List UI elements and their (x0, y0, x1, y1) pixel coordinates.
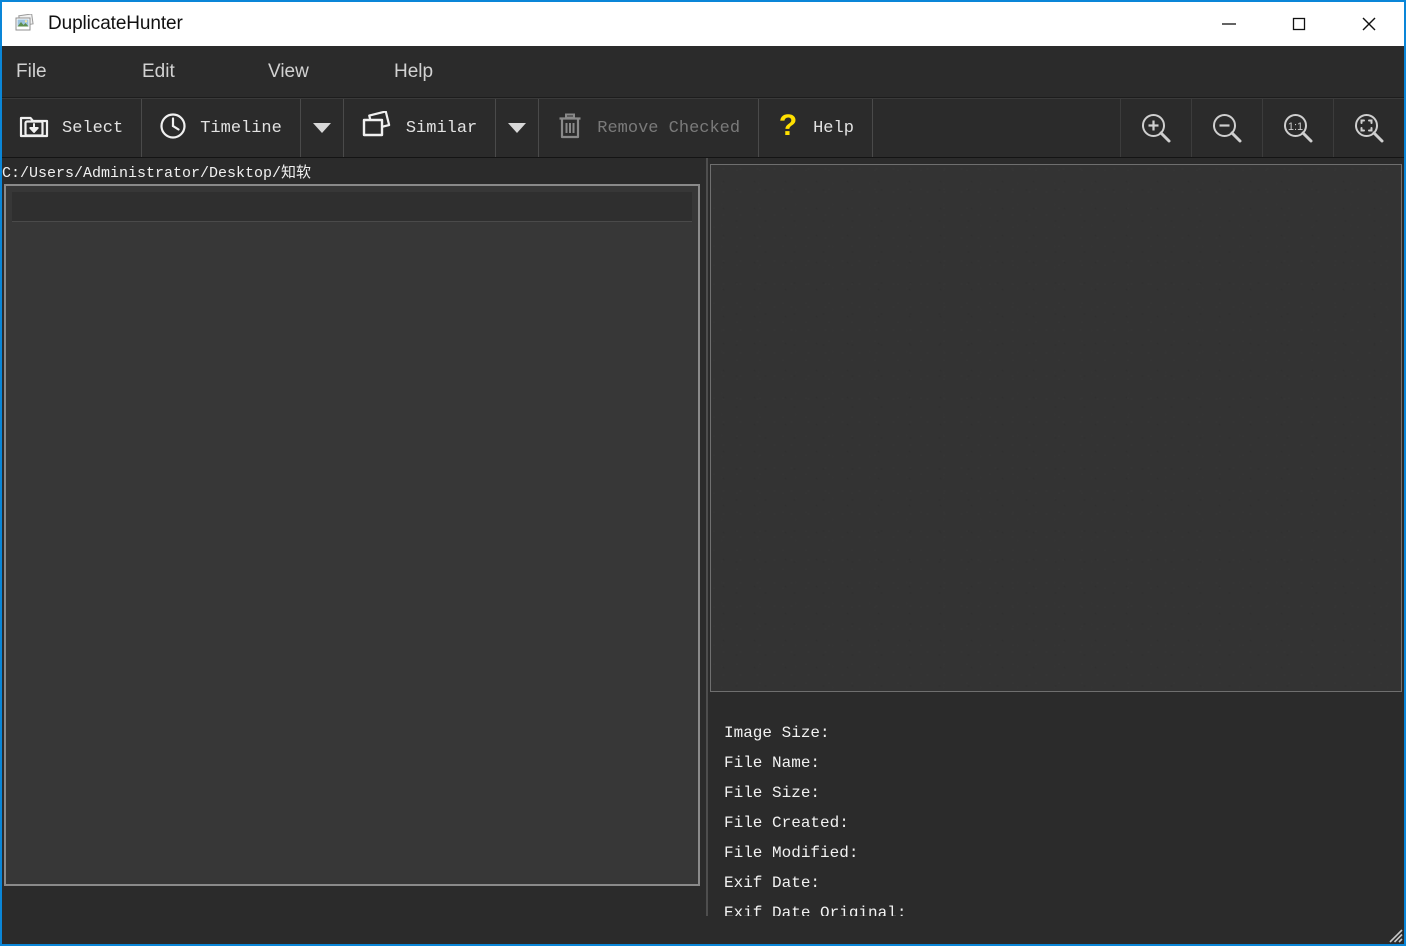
similar-dropdown-button[interactable] (495, 99, 538, 157)
photos-stack-icon (360, 109, 394, 146)
menu-item-file[interactable]: File (16, 46, 142, 98)
toolbar-group-remove: Remove Checked (539, 99, 760, 157)
svg-text:?: ? (779, 110, 797, 142)
remove-checked-button-label: Remove Checked (597, 118, 741, 138)
menu-item-view[interactable]: View (268, 46, 394, 98)
zoom-out-icon[interactable] (1191, 99, 1262, 157)
chevron-down-icon (312, 123, 331, 133)
metadata-row-file-size: File Size: (724, 784, 821, 802)
menu-item-help[interactable]: Help (394, 46, 433, 98)
select-button-label: Select (62, 118, 124, 138)
status-bar (2, 916, 1404, 944)
main-content: C:/Users/Administrator/Desktop/知软 Image … (2, 158, 1404, 922)
minimize-icon[interactable] (1194, 2, 1264, 46)
path-bar: C:/Users/Administrator/Desktop/知软 (2, 158, 706, 184)
timeline-dropdown-button[interactable] (299, 99, 343, 157)
similar-button-label: Similar (405, 118, 478, 138)
right-column: Image Size: File Name: File Size: File C… (706, 158, 1404, 922)
metadata-panel: Image Size: File Name: File Size: File C… (710, 692, 1404, 922)
zoom-fit-icon[interactable] (1333, 99, 1404, 157)
zoom-actual-size-icon[interactable]: 1:1 (1262, 99, 1333, 157)
toolbar-group-timeline: Timeline (142, 99, 344, 157)
timeline-button-label: Timeline (200, 118, 282, 138)
toolbar-group-help: ? Help (759, 99, 873, 157)
remove-checked-button[interactable]: Remove Checked (539, 99, 758, 157)
resize-grip-icon[interactable] (1385, 925, 1403, 943)
zoom-in-icon[interactable] (1120, 99, 1191, 157)
metadata-row-exif-date: Exif Date: (724, 874, 821, 892)
svg-text:1:1: 1:1 (1288, 121, 1303, 133)
trash-icon (555, 111, 585, 146)
folder-download-icon (18, 111, 50, 146)
close-icon[interactable] (1334, 2, 1404, 46)
metadata-row-image-size: Image Size: (724, 724, 830, 742)
question-mark-icon: ? (775, 109, 801, 147)
menu-item-edit[interactable]: Edit (142, 46, 268, 98)
select-button[interactable]: Select (2, 99, 141, 157)
file-list-panel[interactable] (4, 184, 700, 886)
menu-bar: File Edit View Help (2, 46, 1404, 98)
similar-button[interactable]: Similar (344, 99, 495, 157)
window-controls (1194, 2, 1404, 46)
toolbar-group-similar: Similar (344, 99, 540, 157)
clock-icon (158, 111, 188, 146)
metadata-row-file-created: File Created: (724, 814, 849, 832)
application-window: DuplicateHunter File Edit View Help Sele… (0, 0, 1406, 946)
maximize-icon[interactable] (1264, 2, 1334, 46)
left-column: C:/Users/Administrator/Desktop/知软 (2, 158, 706, 916)
window-title: DuplicateHunter (48, 13, 183, 34)
chevron-down-icon (508, 123, 527, 133)
toolbar-group-select: Select (2, 99, 143, 157)
timeline-button[interactable]: Timeline (142, 99, 300, 157)
file-list-header (12, 192, 692, 222)
title-bar: DuplicateHunter (2, 2, 1404, 46)
current-folder-path: C:/Users/Administrator/Desktop/知软 (2, 164, 312, 182)
toolbar: Select Timeline Similar Remove Checked ?… (2, 98, 1404, 158)
metadata-row-file-name: File Name: (724, 754, 821, 772)
metadata-row-file-modified: File Modified: (724, 844, 859, 862)
image-preview[interactable] (710, 164, 1402, 692)
help-button[interactable]: ? Help (759, 99, 872, 157)
photo-stack-icon (14, 13, 36, 34)
help-button-label: Help (813, 118, 854, 138)
